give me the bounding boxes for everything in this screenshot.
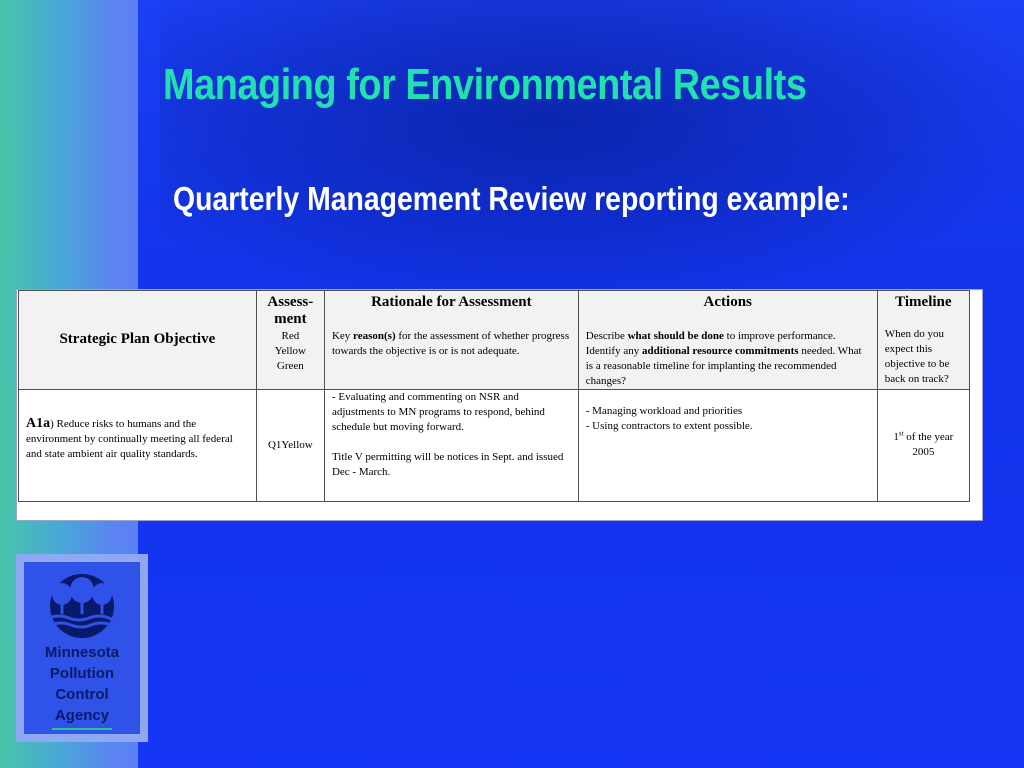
table-header-row: Strategic Plan Objective Assess-ment Red… <box>18 290 971 390</box>
rationale-line-1: - Evaluating and commenting on NSR and a… <box>331 391 545 433</box>
logo-panel: Minnesota Pollution Control Agency <box>24 562 140 734</box>
timeline-value: 1st of the year 2005 <box>893 429 954 458</box>
header-assessment: Assess-ment <box>267 294 314 327</box>
logo-line-4: Agency <box>54 707 110 724</box>
header-objective-cell: Strategic Plan Objective <box>18 290 257 390</box>
header-actions: Actions <box>703 294 752 310</box>
background-glow <box>160 0 1024 300</box>
logo-line-2: Pollution <box>49 665 115 682</box>
header-rationale-desc: Key reason(s) for the assessment of whet… <box>331 330 570 357</box>
assessment-value: Q1Yellow <box>267 439 313 451</box>
header-timeline-cell: Timeline When do you expect this objecti… <box>876 290 971 390</box>
logo-underline <box>52 728 112 730</box>
action-item-2: - Using contractors to extent possible. <box>585 420 753 432</box>
rationale-cell: - Evaluating and commenting on NSR and a… <box>323 389 579 502</box>
header-rationale-cell: Rationale for Assessment Key reason(s) f… <box>323 290 579 390</box>
logo-text: Minnesota Pollution Control Agency <box>24 642 140 726</box>
header-objective: Strategic Plan Objective <box>59 330 216 347</box>
table-row: A1a) Reduce risks to humans and the envi… <box>18 389 971 502</box>
slide-subtitle: Quarterly Management Review reporting ex… <box>173 180 850 217</box>
header-rationale: Rationale for Assessment <box>371 294 532 310</box>
assessment-cell: Q1Yellow <box>255 389 325 502</box>
assessment-option-red: Red <box>281 330 300 342</box>
mpca-trees-water-icon <box>48 574 119 638</box>
objective-cell: A1a) Reduce risks to humans and the envi… <box>18 389 257 502</box>
header-timeline-desc: When do you expect this objective to be … <box>884 328 950 385</box>
action-item-1: - Managing workload and priorities <box>585 405 743 417</box>
header-actions-desc: Describe what should be done to improve … <box>585 330 862 387</box>
header-timeline: Timeline <box>895 294 952 310</box>
logo-line-1: Minnesota <box>44 644 120 661</box>
timeline-cell: 1st of the year 2005 <box>876 389 971 502</box>
logo-line-3: Control <box>55 686 109 703</box>
qmr-table: Strategic Plan Objective Assess-ment Red… <box>18 290 971 502</box>
actions-cell: - Managing workload and priorities - Usi… <box>577 389 878 502</box>
rationale-line-2: Title V permitting will be notices in Se… <box>331 451 564 478</box>
header-actions-cell: Actions Describe what should be done to … <box>577 290 878 390</box>
table-panel: Strategic Plan Objective Assess-ment Red… <box>16 289 983 521</box>
header-assessment-cell: Assess-ment Red Yellow Green <box>255 290 325 390</box>
assessment-option-green: Green <box>276 360 304 372</box>
slide-title: Managing for Environmental Results <box>163 60 807 109</box>
mpca-logo: Minnesota Pollution Control Agency <box>16 554 148 742</box>
objective-text: A1a) Reduce risks to humans and the envi… <box>26 416 233 460</box>
assessment-option-yellow: Yellow <box>274 345 306 357</box>
